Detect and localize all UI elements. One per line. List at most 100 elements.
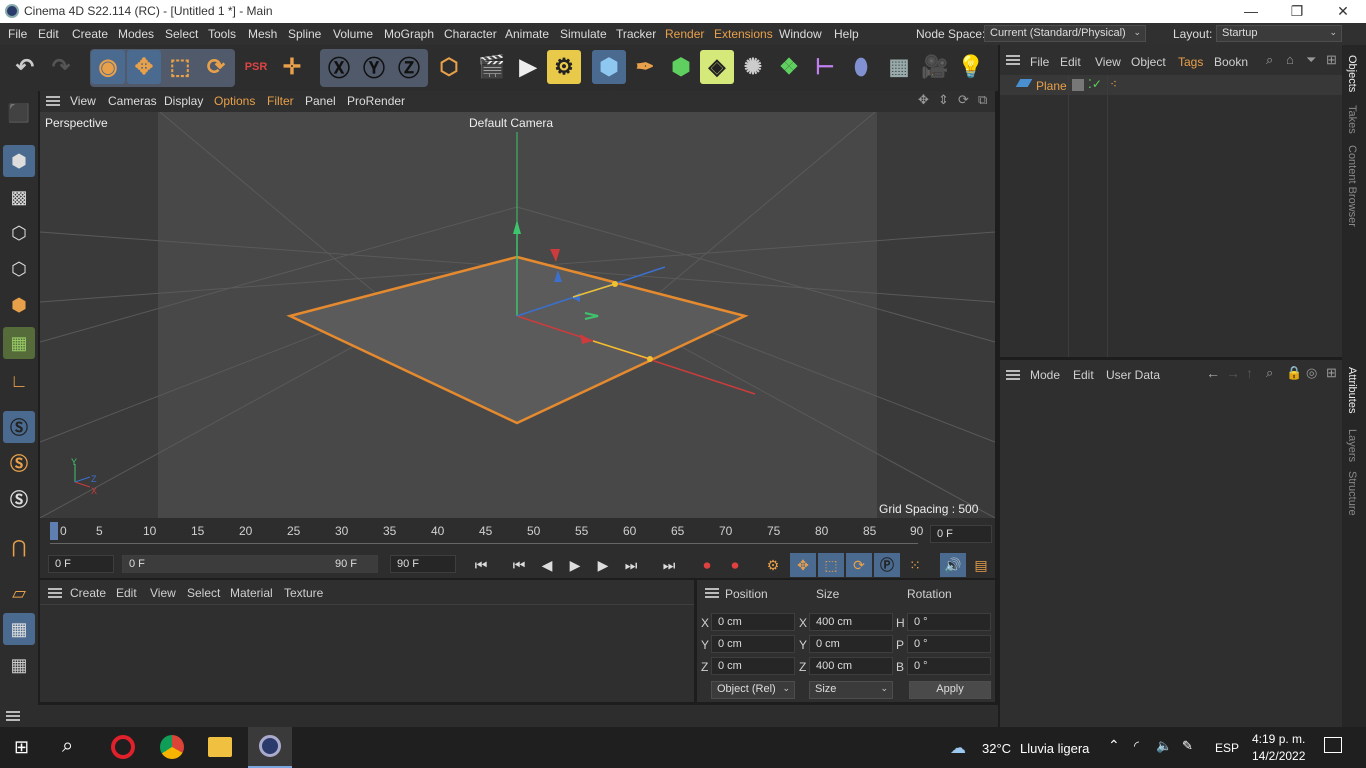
filter-icon[interactable]: ⏷ <box>1306 52 1316 68</box>
planar-workplane-icon[interactable]: ▦ <box>3 649 35 681</box>
workplane-icon[interactable]: ▱ <box>3 577 35 609</box>
film-icon[interactable]: ▤ <box>968 553 994 577</box>
rot-h-field[interactable]: 0 ° <box>907 613 991 631</box>
maximize-view-icon[interactable]: ⧉ <box>978 92 987 108</box>
menu-window[interactable]: Window <box>779 27 822 41</box>
key-position-icon[interactable]: ✥ <box>790 553 816 577</box>
vp-menu-panel[interactable]: Panel <box>305 94 336 108</box>
size-y-field[interactable]: 0 cm <box>809 635 893 653</box>
select-tool-icon[interactable]: ◉ <box>91 50 125 84</box>
mat-menu-create[interactable]: Create <box>70 586 106 600</box>
object-row-plane[interactable]: Plane ⁚✓ ⁖ <box>1000 75 1342 95</box>
hamburger-icon[interactable] <box>46 96 60 106</box>
timeline-playhead[interactable] <box>50 522 58 540</box>
transform-tool-icon[interactable]: ✛ <box>275 50 309 84</box>
current-frame-field[interactable]: 0 F <box>930 525 992 543</box>
search-icon[interactable]: ⌕ <box>62 735 73 758</box>
hamburger-icon[interactable] <box>1006 55 1020 65</box>
obj-menu-view[interactable]: View <box>1095 55 1121 69</box>
sound-icon[interactable]: 🔊 <box>940 553 966 577</box>
layout-dropdown[interactable]: Startup ⌄ <box>1216 25 1342 42</box>
minimize-button[interactable]: — <box>1228 0 1274 23</box>
menu-mograph[interactable]: MoGraph <box>384 27 434 41</box>
mograph-icon[interactable]: ❖ <box>772 50 806 84</box>
floor-icon[interactable]: ▦ <box>882 50 916 84</box>
menu-character[interactable]: Character <box>444 27 497 41</box>
windows-start-icon[interactable]: ⊞ <box>14 737 29 758</box>
autokey-icon[interactable]: ⏺ <box>722 553 748 577</box>
weather-temperature[interactable]: 32°C <box>982 741 1011 756</box>
go-to-start-icon[interactable]: ⏮ <box>468 553 494 577</box>
rot-b-field[interactable]: 0 ° <box>907 657 991 675</box>
vp-menu-display[interactable]: Display <box>164 94 203 108</box>
menu-mesh[interactable]: Mesh <box>248 27 277 41</box>
chevron-up-icon[interactable]: ⌃ <box>1108 737 1120 754</box>
keyframe-selection-icon[interactable]: ⚙ <box>760 553 786 577</box>
tab-takes[interactable]: Takes <box>1346 105 1358 134</box>
chrome-browser-icon[interactable] <box>160 735 184 759</box>
key-pla-icon[interactable]: ⁙ <box>902 553 928 577</box>
menu-spline[interactable]: Spline <box>288 27 321 41</box>
cloner-icon[interactable]: ✺ <box>736 50 770 84</box>
menu-help[interactable]: Help <box>834 27 859 41</box>
pen-workspace-icon[interactable]: ✎ <box>1182 738 1193 754</box>
rotate-view-icon[interactable]: ⟳ <box>958 92 969 108</box>
obj-menu-edit[interactable]: Edit <box>1060 55 1081 69</box>
edges-mode-icon[interactable]: ⬡ <box>3 253 35 285</box>
field-icon[interactable]: ⬮ <box>844 50 878 84</box>
generator-icon[interactable]: ◈ <box>700 50 734 84</box>
tab-objects[interactable]: Objects <box>1346 55 1358 92</box>
light-icon[interactable]: 💡 <box>954 50 988 84</box>
obj-menu-file[interactable]: File <box>1030 55 1049 69</box>
cube-object-icon[interactable]: ⬢ <box>592 50 626 84</box>
file-explorer-icon[interactable] <box>208 737 232 757</box>
restore-button[interactable]: ❐ <box>1274 0 1320 23</box>
rot-p-field[interactable]: 0 ° <box>907 635 991 653</box>
coord-mode-dropdown[interactable]: Object (Rel) ⌄ <box>711 681 795 699</box>
pos-x-field[interactable]: 0 cm <box>711 613 795 631</box>
hamburger-icon[interactable] <box>705 588 719 598</box>
play-icon[interactable]: ▶ <box>562 553 588 577</box>
render-settings-icon[interactable]: ⚙ <box>547 50 581 84</box>
end-frame-field[interactable]: 90 F <box>390 555 456 573</box>
cinema4d-taskbar-button[interactable] <box>248 727 292 768</box>
menu-extensions[interactable]: Extensions <box>714 27 773 41</box>
menu-modes[interactable]: Modes <box>118 27 154 41</box>
volume-icon[interactable]: 🔈 <box>1156 738 1172 754</box>
mat-menu-texture[interactable]: Texture <box>284 586 323 600</box>
menu-volume[interactable]: Volume <box>333 27 373 41</box>
language-indicator[interactable]: ESP <box>1215 741 1239 755</box>
next-key-icon[interactable]: ⏭ <box>618 553 644 577</box>
size-mode-dropdown[interactable]: Size ⌄ <box>809 681 893 699</box>
pan-view-icon[interactable]: ✥ <box>918 92 929 108</box>
deformer-icon[interactable]: ⊢ <box>808 50 842 84</box>
weather-cloud-icon[interactable]: ☁ <box>950 738 966 758</box>
coordinate-system-icon[interactable]: ⬡ <box>432 50 466 84</box>
menu-simulate[interactable]: Simulate <box>560 27 607 41</box>
y-axis-lock-icon[interactable]: Ⓨ <box>357 50 391 84</box>
wifi-icon[interactable]: ◜ <box>1134 738 1139 754</box>
previous-frame-icon[interactable]: ◀ <box>534 553 560 577</box>
3d-viewport[interactable]: Perspective Default Camera Grid Spacing … <box>40 112 995 518</box>
close-button[interactable]: ✕ <box>1320 0 1366 23</box>
model-mode-icon[interactable]: ⬢ <box>3 145 35 177</box>
home-icon[interactable]: ⌂ <box>1286 52 1294 67</box>
camera-label[interactable]: Default Camera <box>469 116 553 130</box>
apply-button[interactable]: Apply <box>909 681 991 699</box>
tab-layers[interactable]: Layers <box>1346 429 1358 462</box>
hamburger-icon[interactable] <box>48 588 62 598</box>
size-z-field[interactable]: 400 cm <box>809 657 893 675</box>
mat-menu-view[interactable]: View <box>150 586 176 600</box>
menu-file[interactable]: File <box>8 27 27 41</box>
solo-hierarchy-icon[interactable]: Ⓢ <box>3 483 35 515</box>
camera-icon[interactable]: 🎥 <box>918 50 952 84</box>
menu-select[interactable]: Select <box>165 27 198 41</box>
vp-menu-cameras[interactable]: Cameras <box>108 94 157 108</box>
tag-icon[interactable]: ⁖ <box>1110 77 1117 91</box>
menu-tracker[interactable]: Tracker <box>616 27 656 41</box>
undo-icon[interactable]: ↶ <box>8 50 42 84</box>
previous-key-icon[interactable]: ⏮ <box>506 553 532 577</box>
tab-content-browser[interactable]: Content Browser <box>1346 145 1358 227</box>
menu-tools[interactable]: Tools <box>208 27 236 41</box>
tab-attributes[interactable]: Attributes <box>1346 367 1358 413</box>
